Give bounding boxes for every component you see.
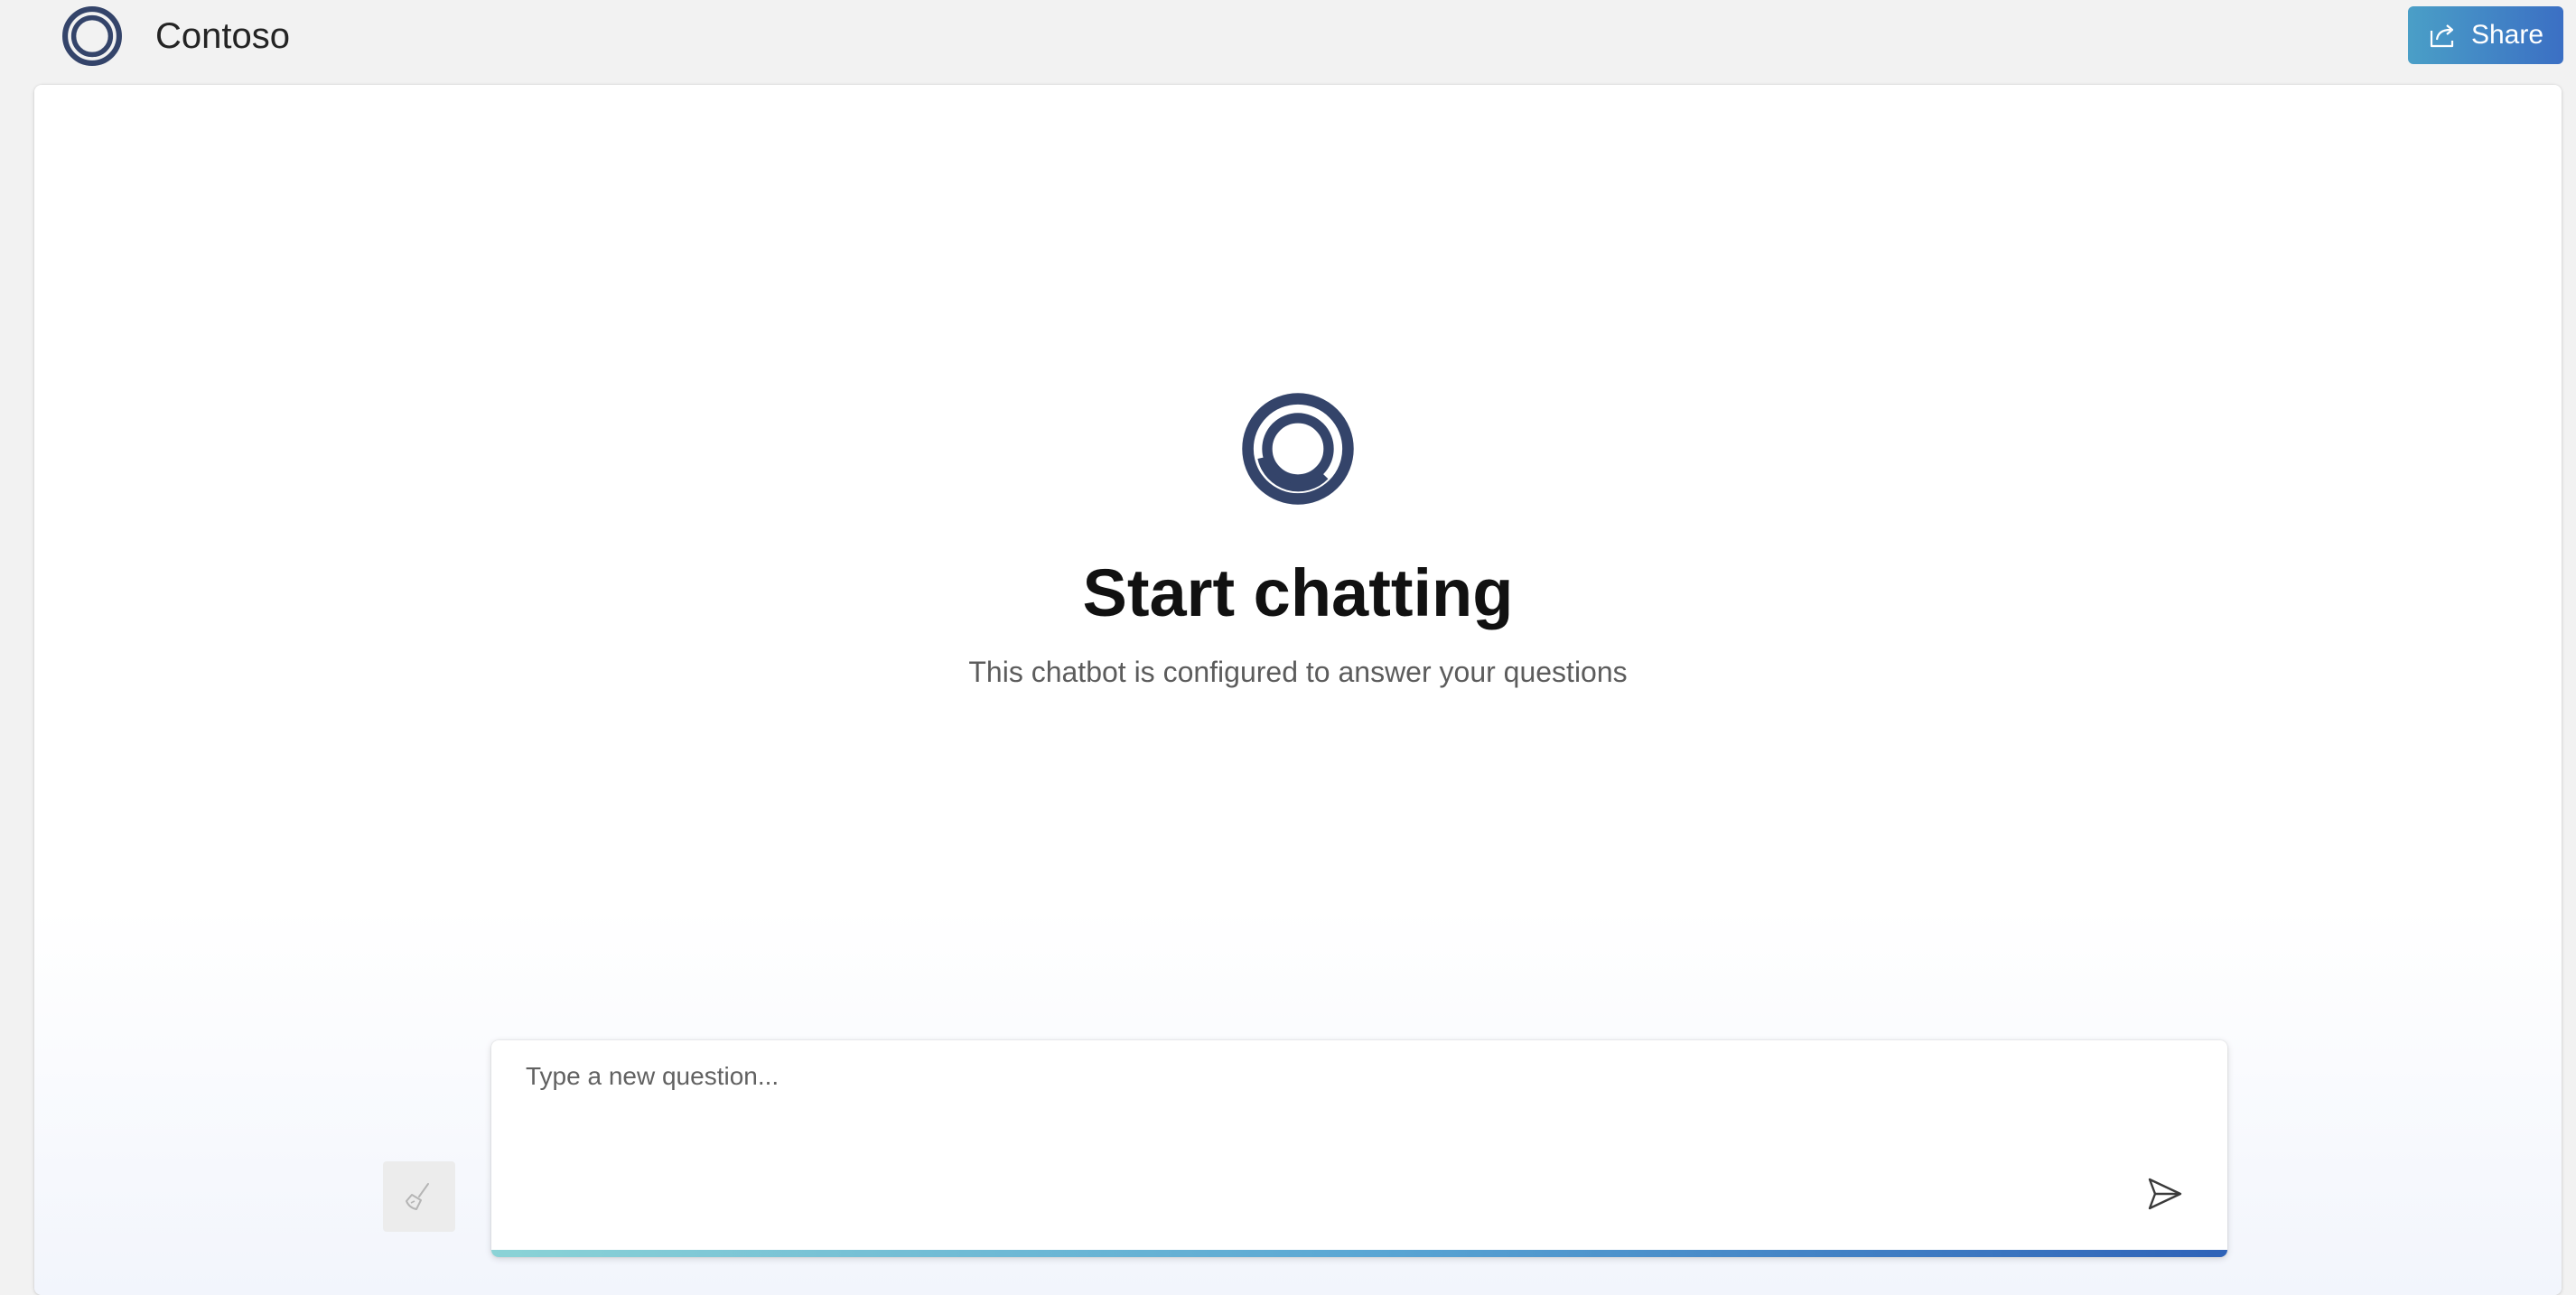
send-icon: [2148, 1178, 2182, 1210]
broom-icon: [406, 1183, 429, 1210]
chat-empty-subtitle: This chatbot is configured to answer you…: [968, 656, 1628, 688]
question-input[interactable]: [524, 1060, 2117, 1208]
share-button-label: Share: [2470, 20, 2544, 50]
clear-chat-button[interactable]: [383, 1161, 455, 1232]
chat-hero-logo-icon: [1242, 393, 1354, 505]
composer-accent-bar: [491, 1250, 2227, 1257]
share-button[interactable]: Share: [2408, 6, 2563, 64]
app-header: Contoso Share: [0, 0, 2576, 85]
question-composer: [491, 1040, 2227, 1257]
contoso-logo-icon: [62, 6, 122, 66]
app-title: Contoso: [155, 16, 290, 56]
chat-empty-title: Start chatting: [1082, 555, 1514, 630]
share-icon: [2430, 24, 2454, 48]
send-button[interactable]: [2139, 1169, 2189, 1219]
